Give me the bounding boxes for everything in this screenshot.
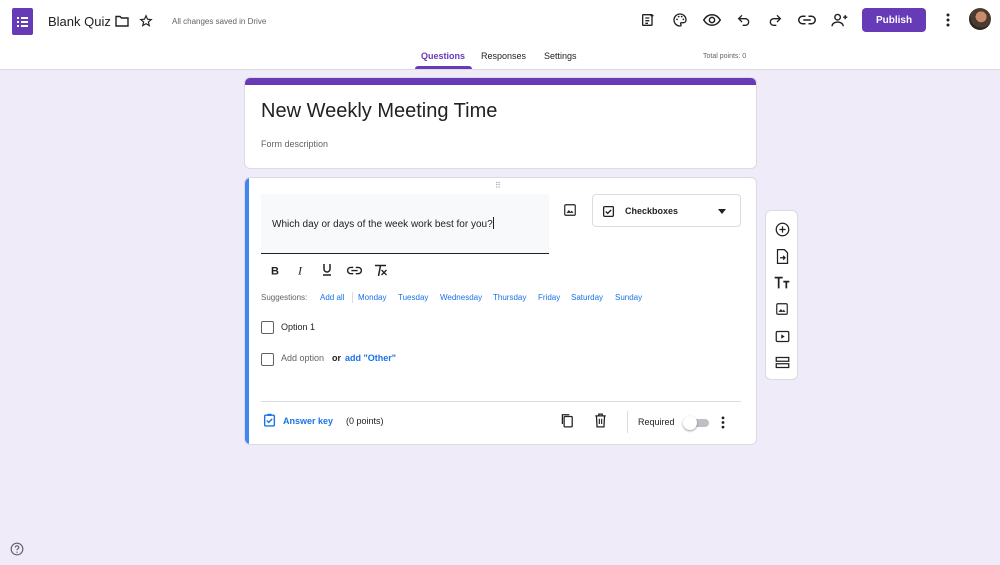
suggestion-add-all[interactable]: Add all <box>320 293 344 302</box>
folder-icon[interactable] <box>114 13 130 29</box>
question-type-select[interactable]: Checkboxes <box>592 194 741 227</box>
suggestion-friday[interactable]: Friday <box>538 293 560 302</box>
avatar[interactable] <box>969 8 991 30</box>
bold-icon[interactable]: B <box>267 262 283 278</box>
add-question-icon[interactable] <box>774 221 790 237</box>
logo-dot <box>17 17 19 19</box>
add-image-icon[interactable] <box>774 301 790 317</box>
floating-toolbar <box>765 210 798 380</box>
suggestion-wednesday[interactable]: Wednesday <box>440 293 482 302</box>
answer-key-icon[interactable] <box>262 413 276 427</box>
delete-icon[interactable] <box>592 412 608 428</box>
required-label: Required <box>638 417 675 427</box>
logo-line <box>21 25 28 27</box>
clear-formatting-icon[interactable] <box>373 262 389 278</box>
suggestion-thursday[interactable]: Thursday <box>493 293 526 302</box>
redo-icon[interactable] <box>763 8 787 32</box>
logo-line <box>21 21 28 23</box>
footer-vertical-divider <box>627 411 628 433</box>
title-card-accent-bar <box>245 78 756 85</box>
preview-icon[interactable] <box>700 8 724 32</box>
suggestion-sunday[interactable]: Sunday <box>615 293 642 302</box>
question-text-wrap: Which day or days of the week work best … <box>272 217 494 230</box>
link-icon[interactable] <box>795 8 819 32</box>
logo-dot <box>17 25 19 27</box>
add-other-button[interactable]: add "Other" <box>345 353 396 363</box>
drag-handle-icon[interactable]: ⠿ <box>495 181 502 190</box>
add-section-icon[interactable] <box>774 354 790 370</box>
logo-dot <box>17 21 19 23</box>
checkbox-type-icon <box>601 204 615 218</box>
forms-logo-icon[interactable] <box>12 8 33 35</box>
question-input[interactable]: Which day or days of the week work best … <box>261 194 549 254</box>
option-checkbox[interactable] <box>261 321 274 334</box>
suggestions-label: Suggestions: <box>261 293 308 302</box>
answer-key-button[interactable]: Answer key <box>283 416 333 426</box>
logo-line <box>21 17 28 19</box>
document-title[interactable]: Blank Quiz <box>48 14 111 29</box>
question-type-label: Checkboxes <box>625 206 679 216</box>
total-points: Total points: 0 <box>703 53 747 60</box>
add-option-button[interactable]: Add option <box>281 353 324 363</box>
add-video-icon[interactable] <box>774 328 790 344</box>
question-text: Which day or days of the week work best … <box>272 219 493 230</box>
publish-button[interactable]: Publish <box>862 8 926 32</box>
suggestion-saturday[interactable]: Saturday <box>571 293 603 302</box>
add-collaborator-icon[interactable] <box>827 8 851 32</box>
italic-icon[interactable]: I <box>293 262 309 278</box>
svg-text:B: B <box>271 266 279 277</box>
save-status: All changes saved in Drive <box>172 17 267 26</box>
addon-icon[interactable] <box>636 8 660 32</box>
underline-icon[interactable] <box>319 262 335 278</box>
required-toggle-knob[interactable] <box>683 416 697 430</box>
help-icon[interactable] <box>10 542 24 556</box>
svg-text:I: I <box>297 264 303 276</box>
star-icon[interactable] <box>138 13 154 29</box>
insert-link-icon[interactable] <box>346 262 362 278</box>
duplicate-icon[interactable] <box>559 412 575 428</box>
tab-questions[interactable]: Questions <box>421 51 465 61</box>
more-vert-icon[interactable] <box>940 11 956 29</box>
tab-settings[interactable]: Settings <box>544 51 577 61</box>
more-options-icon[interactable] <box>717 414 729 430</box>
tab-bar: Questions Responses Settings Total point… <box>0 49 1000 70</box>
palette-icon[interactable] <box>668 8 692 32</box>
form-title-card: New Weekly Meeting Time Form description <box>244 77 757 169</box>
add-image-icon[interactable] <box>562 202 578 218</box>
active-tab-indicator <box>415 66 472 69</box>
footer-divider <box>261 401 741 402</box>
add-title-icon[interactable] <box>774 275 790 291</box>
suggestion-tuesday[interactable]: Tuesday <box>398 293 428 302</box>
form-description[interactable]: Form description <box>261 139 328 149</box>
add-option-checkbox <box>261 353 274 366</box>
undo-icon[interactable] <box>732 8 756 32</box>
text-cursor <box>492 217 494 229</box>
form-title[interactable]: New Weekly Meeting Time <box>261 100 497 123</box>
top-bar: Blank Quiz All changes saved in Drive Pu… <box>0 0 1000 70</box>
question-card[interactable]: ⠿ Which day or days of the week work bes… <box>244 177 757 445</box>
or-separator: or <box>332 353 341 363</box>
suggestion-monday[interactable]: Monday <box>358 293 386 302</box>
suggestion-divider <box>352 292 353 303</box>
points-value: (0 points) <box>346 416 384 426</box>
active-card-indicator <box>245 178 249 444</box>
tab-responses[interactable]: Responses <box>481 51 526 61</box>
dropdown-arrow-icon <box>717 207 727 215</box>
option-1-label[interactable]: Option 1 <box>281 322 315 332</box>
import-questions-icon[interactable] <box>774 248 790 264</box>
